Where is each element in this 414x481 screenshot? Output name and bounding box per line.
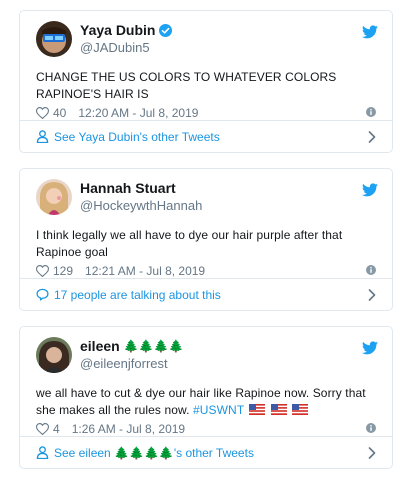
tweet-header: Hannah Stuart @HockeywthHannah xyxy=(36,179,202,215)
heart-icon[interactable] xyxy=(36,107,49,119)
info-icon[interactable] xyxy=(366,265,376,275)
like-count[interactable]: 129 xyxy=(53,264,73,278)
info-icon[interactable] xyxy=(366,107,376,117)
tweet-footer-link[interactable]: See Yaya Dubin's other Tweets xyxy=(20,120,392,152)
user-handle[interactable]: @eileenjforrest xyxy=(80,355,183,372)
like-count[interactable]: 40 xyxy=(53,106,66,120)
tweet-text-line: I think legally we all have to dye our h… xyxy=(36,228,343,242)
twitter-bird-icon[interactable] xyxy=(362,25,378,39)
tweet-text-line: we all have to cut & dye our hair like R… xyxy=(36,386,366,400)
display-name-text[interactable]: eileen xyxy=(80,338,120,355)
tweet-card[interactable]: eileen 🌲🌲🌲🌲 @eileenjforrest we all have … xyxy=(19,326,393,469)
display-name-text[interactable]: Yaya Dubin xyxy=(80,22,155,39)
like-count[interactable]: 4 xyxy=(53,422,60,436)
avatar[interactable] xyxy=(36,179,72,215)
chevron-right-icon[interactable] xyxy=(368,447,376,459)
us-flag-icon xyxy=(292,404,309,415)
tweet-timestamp[interactable]: 12:21 AM - Jul 8, 2019 xyxy=(85,264,205,278)
chevron-right-icon[interactable] xyxy=(368,289,376,301)
footer-emoji: 🌲🌲🌲🌲 xyxy=(114,445,174,460)
user-handle[interactable]: @HockeywthHannah xyxy=(80,197,202,214)
speech-bubble-icon xyxy=(36,288,49,301)
tweet-header: eileen 🌲🌲🌲🌲 @eileenjforrest xyxy=(36,337,183,373)
tweet-text: we all have to cut & dye our hair like R… xyxy=(36,385,376,419)
tweet-text-segment: she makes all the rules now. xyxy=(36,403,190,417)
footer-text[interactable]: 17 people are talking about this xyxy=(54,288,221,302)
tweet-card[interactable]: Hannah Stuart @HockeywthHannah I think l… xyxy=(19,168,393,311)
tweet-timestamp[interactable]: 1:26 AM - Jul 8, 2019 xyxy=(72,422,185,436)
footer-text[interactable]: See Yaya Dubin's other Tweets xyxy=(54,130,220,144)
info-icon[interactable] xyxy=(366,423,376,433)
tweet-text-line: Rapinoe goal xyxy=(36,245,108,259)
chevron-right-icon[interactable] xyxy=(368,131,376,143)
avatar[interactable] xyxy=(36,21,72,57)
display-name[interactable]: eileen 🌲🌲🌲🌲 xyxy=(80,338,183,355)
person-icon xyxy=(36,446,49,459)
user-handle[interactable]: @JADubin5 xyxy=(80,39,172,56)
display-name-text[interactable]: Hannah Stuart xyxy=(80,180,176,197)
tweet-meta: 4 1:26 AM - Jul 8, 2019 xyxy=(36,421,376,437)
hashtag-link[interactable]: #USWNT xyxy=(193,403,244,417)
tweet-text-line: she makes all the rules now. #USWNT xyxy=(36,402,376,419)
tweet-footer-link[interactable]: See eileen 🌲🌲🌲🌲's other Tweets xyxy=(20,436,392,468)
us-flag-icon xyxy=(249,404,266,415)
us-flag-icon xyxy=(270,404,287,415)
tweet-meta: 129 12:21 AM - Jul 8, 2019 xyxy=(36,263,376,279)
twitter-bird-icon[interactable] xyxy=(362,341,378,355)
heart-icon[interactable] xyxy=(36,423,49,435)
verified-badge-icon xyxy=(159,24,173,37)
tweet-card[interactable]: Yaya Dubin @JADubin5 CHANGE THE US COLOR… xyxy=(19,10,393,153)
heart-icon[interactable] xyxy=(36,265,49,277)
tweet-text: CHANGE THE US COLORS TO WHATEVER COLORS … xyxy=(36,69,376,103)
tweet-header: Yaya Dubin @JADubin5 xyxy=(36,21,173,57)
tweet-text-line: RAPINOE'S HAIR IS xyxy=(36,87,149,101)
footer-text-suffix[interactable]: 's other Tweets xyxy=(174,446,254,460)
twitter-bird-icon[interactable] xyxy=(362,183,378,197)
avatar[interactable] xyxy=(36,337,72,373)
tweet-text: I think legally we all have to dye our h… xyxy=(36,227,376,261)
display-name[interactable]: Yaya Dubin xyxy=(80,22,173,39)
tweet-meta: 40 12:20 AM - Jul 8, 2019 xyxy=(36,105,376,121)
footer-text-prefix[interactable]: See eileen xyxy=(54,446,111,460)
name-emoji: 🌲🌲🌲🌲 xyxy=(123,339,184,353)
person-icon xyxy=(36,130,49,143)
tweet-footer-link[interactable]: 17 people are talking about this xyxy=(20,278,392,310)
tweet-text-line: CHANGE THE US COLORS TO WHATEVER COLORS xyxy=(36,70,337,84)
tweet-timestamp[interactable]: 12:20 AM - Jul 8, 2019 xyxy=(78,106,198,120)
display-name[interactable]: Hannah Stuart xyxy=(80,180,202,197)
